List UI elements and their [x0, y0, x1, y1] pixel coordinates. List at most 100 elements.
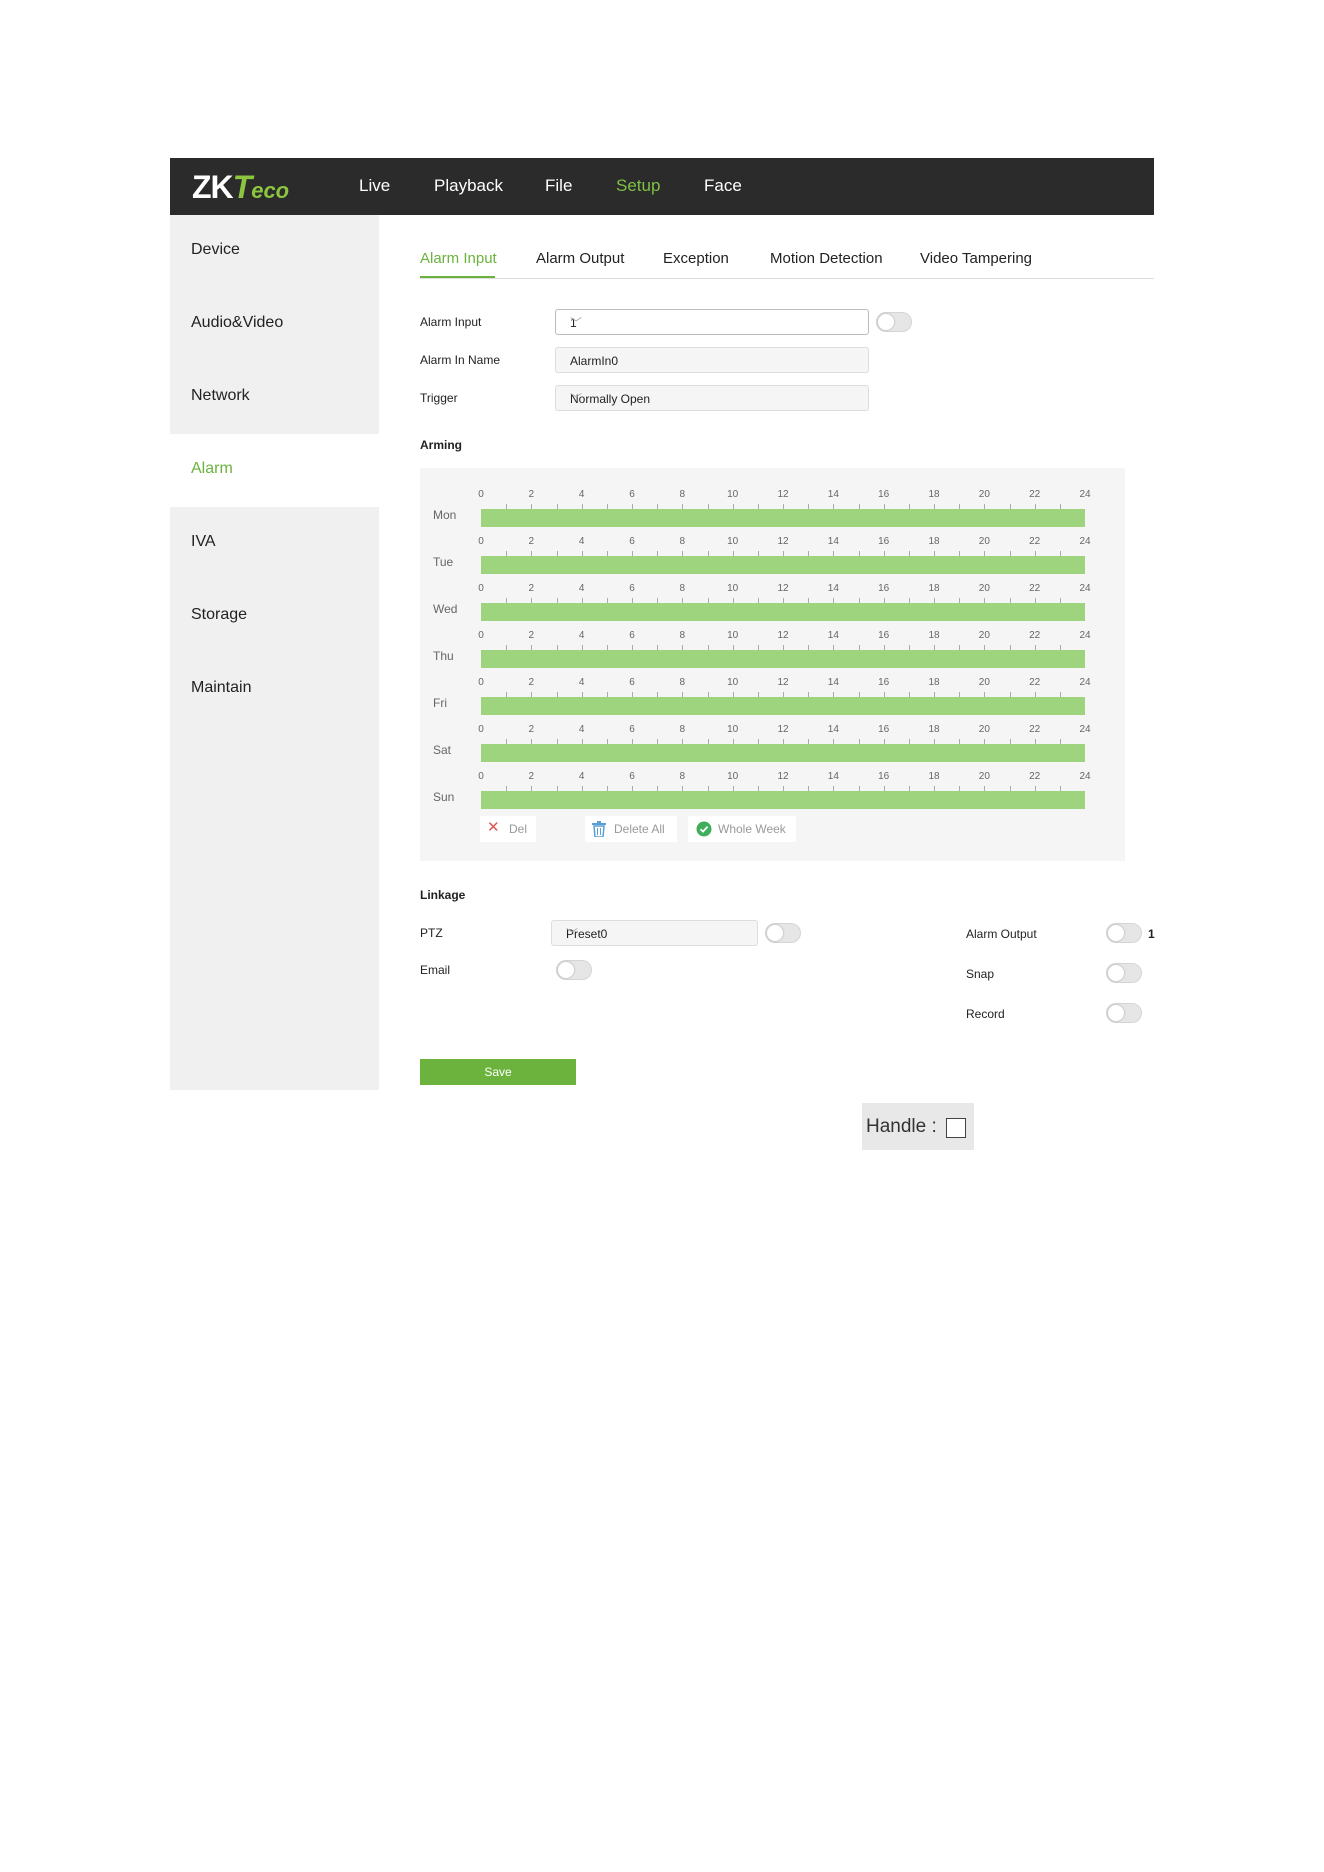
hour-label: 8	[679, 771, 686, 782]
hour-label: 24	[1079, 489, 1091, 500]
schedule-row-tue[interactable]: Tue 0 2 4 6 8 10 12 14 16 18 20 22 24	[420, 536, 1125, 584]
tab-video-tampering[interactable]: Video Tampering	[920, 250, 1032, 267]
hour-label: 18	[928, 583, 940, 594]
hour-label: 6	[629, 771, 635, 782]
hour-label: 20	[978, 677, 990, 688]
nav-live[interactable]: Live	[359, 176, 390, 196]
day-label: Sat	[433, 743, 452, 757]
trigger-select[interactable]: Normally Open ﹀	[555, 385, 869, 411]
hour-label: 24	[1079, 536, 1091, 547]
sidebar-item-label: Network	[191, 387, 250, 404]
hour-label: 6	[629, 489, 635, 500]
nav-face[interactable]: Face	[704, 176, 742, 196]
tab-exception[interactable]: Exception	[663, 250, 729, 267]
ptz-toggle[interactable]	[765, 923, 801, 943]
snap-toggle[interactable]	[1106, 963, 1142, 983]
hour-label: 20	[978, 536, 990, 547]
armed-time-bar[interactable]	[481, 650, 1085, 668]
hour-label: 4	[578, 489, 585, 500]
armed-time-bar[interactable]	[481, 791, 1085, 809]
sidebar-item-alarm[interactable]: Alarm	[170, 434, 379, 507]
hour-label: 2	[528, 724, 535, 735]
schedule-row-wed[interactable]: Wed 0 2 4 6 8 10 12 14 16 18 20 22 24	[420, 583, 1125, 631]
sidebar-item-maintain[interactable]: Maintain	[170, 653, 379, 726]
schedule-row-mon[interactable]: Mon 0 2 4 6 8 10 12 14 16 18 20 22 24	[420, 489, 1125, 537]
sidebar-item-label: Storage	[191, 606, 248, 623]
alarm-input-select[interactable]: 1 ﹀	[555, 309, 869, 335]
hour-label: 4	[578, 536, 585, 547]
hour-label: 0	[478, 724, 484, 735]
sidebar-item-label: IVA	[191, 533, 216, 550]
tab-alarm-output[interactable]: Alarm Output	[536, 250, 624, 267]
sidebar-item-storage[interactable]: Storage	[170, 580, 379, 653]
tab-motion-detection[interactable]: Motion Detection	[770, 250, 883, 267]
armed-time-bar[interactable]	[481, 697, 1085, 715]
hour-label: 24	[1079, 630, 1091, 641]
hour-label: 22	[1029, 583, 1041, 594]
alarm-input-toggle[interactable]	[876, 312, 912, 332]
nav-setup[interactable]: Setup	[616, 176, 660, 196]
alarm-in-name-value: AlarmIn0	[570, 354, 619, 368]
sidebar-item-device[interactable]: Device	[170, 215, 379, 288]
schedule-row-fri[interactable]: Fri 0 2 4 6 8 10 12 14 16 18 20 22 24	[420, 677, 1125, 725]
hour-label: 16	[878, 536, 890, 547]
hour-label: 14	[827, 630, 839, 641]
close-icon: ✕	[487, 819, 500, 836]
hour-label: 8	[679, 536, 686, 547]
day-label: Thu	[433, 649, 454, 663]
trigger-label: Trigger	[420, 391, 458, 405]
arming-section-title: Arming	[420, 438, 462, 452]
hour-label: 16	[878, 630, 890, 641]
armed-time-bar[interactable]	[481, 509, 1085, 527]
alarm-output-toggle[interactable]	[1106, 923, 1142, 943]
hour-label: 18	[928, 677, 940, 688]
armed-time-bar[interactable]	[481, 556, 1085, 574]
hour-label: 6	[629, 677, 635, 688]
handle-checkbox[interactable]	[946, 1118, 966, 1138]
hour-label: 18	[928, 536, 940, 547]
email-toggle[interactable]	[556, 960, 592, 980]
hour-label: 8	[679, 583, 686, 594]
email-label: Email	[420, 963, 451, 977]
alarm-in-name-field[interactable]: AlarmIn0	[555, 347, 869, 373]
chevron-down-icon: ﹀	[566, 927, 579, 941]
schedule-row-sun[interactable]: Sun 0 2 4 6 8 10 12 14 16 18 20 22 24	[420, 771, 1125, 819]
hour-label: 12	[777, 583, 789, 594]
armed-time-bar[interactable]	[481, 744, 1085, 762]
hour-label: 2	[528, 583, 535, 594]
save-button[interactable]: Save	[420, 1059, 576, 1085]
sidebar-item-network[interactable]: Network	[170, 361, 379, 434]
hour-label: 8	[679, 724, 686, 735]
armed-time-bar[interactable]	[481, 603, 1085, 621]
top-navigation-bar: ZKTeco Live Playback File Setup Face	[170, 158, 1154, 215]
zkteco-logo: ZKTeco	[192, 169, 290, 205]
ptz-label: PTZ	[420, 926, 443, 940]
hour-label: 16	[878, 583, 890, 594]
hour-label: 12	[777, 630, 789, 641]
hour-label: 16	[878, 677, 890, 688]
chevron-down-icon: ﹀	[570, 316, 583, 330]
nav-file[interactable]: File	[545, 176, 572, 196]
ptz-preset-select[interactable]: Preset0 ﹀	[551, 920, 758, 946]
hour-label: 10	[727, 583, 739, 594]
hour-label: 20	[978, 630, 990, 641]
del-button[interactable]: ✕ Del	[480, 816, 536, 842]
tab-alarm-input[interactable]: Alarm Input	[420, 250, 497, 267]
hour-label: 20	[978, 771, 990, 782]
hour-label: 20	[978, 489, 990, 500]
hour-label: 10	[727, 724, 739, 735]
hour-label: 4	[578, 583, 585, 594]
whole-week-button[interactable]: Whole Week	[688, 816, 796, 842]
schedule-row-sat[interactable]: Sat 0 2 4 6 8 10 12 14 16 18 20 22 24	[420, 724, 1125, 772]
schedule-row-thu[interactable]: Thu 0 2 4 6 8 10 12 14 16 18 20 22 24	[420, 630, 1125, 678]
hour-label: 22	[1029, 630, 1041, 641]
record-toggle[interactable]	[1106, 1003, 1142, 1023]
nav-playback[interactable]: Playback	[434, 176, 503, 196]
hour-label: 4	[578, 771, 585, 782]
hour-label: 14	[827, 489, 839, 500]
delete-all-button[interactable]: Delete All	[585, 816, 677, 842]
sidebar-item-audio-video[interactable]: Audio&Video	[170, 288, 379, 361]
sidebar-item-iva[interactable]: IVA	[170, 507, 379, 580]
hour-label: 24	[1079, 771, 1091, 782]
hour-label: 12	[777, 489, 789, 500]
